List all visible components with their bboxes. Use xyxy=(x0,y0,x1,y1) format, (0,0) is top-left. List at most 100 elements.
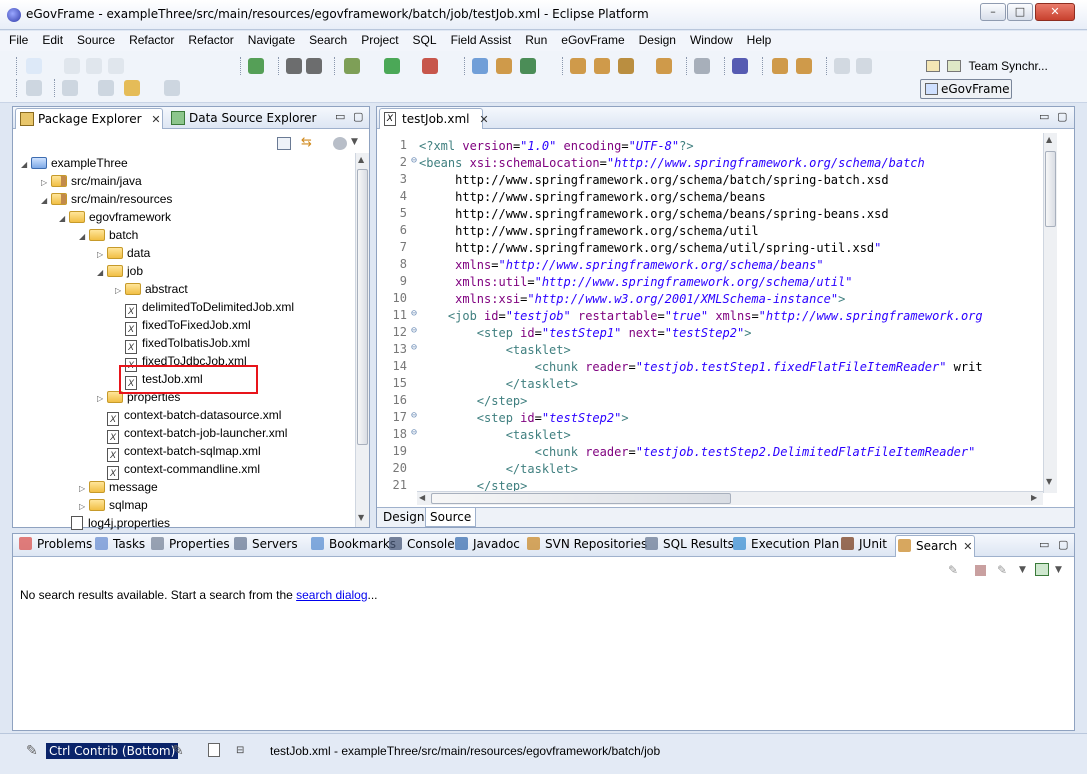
tab-execution-plan[interactable]: Execution Plan xyxy=(731,534,839,556)
editor-scroll-down-icon[interactable]: ▼ xyxy=(1046,477,1052,486)
pin-view-icon[interactable] xyxy=(1035,563,1049,576)
code-line[interactable]: http://www.springframework.org/schema/ut… xyxy=(419,223,758,240)
build-icon[interactable] xyxy=(772,58,788,74)
tree-item[interactable]: XfixedToFixedJob.xml xyxy=(115,316,251,336)
code-area[interactable]: 1 <?xml version="1.0" encoding="UTF-8"?> 2… xyxy=(377,133,1043,493)
tab-package-explorer[interactable]: Package Explorer ✕ xyxy=(15,108,163,129)
tree-item[interactable]: XfixedToIbatisJob.xml xyxy=(115,334,250,354)
code-line[interactable]: http://www.springframework.org/schema/ut… xyxy=(419,240,881,257)
tab-properties[interactable]: Properties xyxy=(149,534,230,556)
menu-help[interactable]: Help xyxy=(740,31,779,49)
maximize-editor-icon[interactable]: ▢ xyxy=(1057,110,1067,123)
menu-search[interactable]: Search xyxy=(302,31,354,49)
maximize-bottom-icon[interactable]: ▢ xyxy=(1058,538,1068,551)
tab-javadoc[interactable]: Javadoc xyxy=(453,534,520,556)
perspective-egovframe[interactable]: eGovFrame xyxy=(920,79,1012,99)
tree-item[interactable]: ◢ egovframework xyxy=(59,208,171,226)
new-file-icon[interactable] xyxy=(208,743,220,757)
collapse-icon[interactable]: ◢ xyxy=(21,156,31,174)
tree-item[interactable]: Xcontext-batch-datasource.xml xyxy=(97,406,281,426)
debug-perspective-icon[interactable] xyxy=(286,58,302,74)
tree-item[interactable]: Xcontext-batch-job-launcher.xml xyxy=(97,424,287,444)
open-task-icon[interactable] xyxy=(656,58,672,74)
tree-item[interactable]: Xcontext-batch-sqlmap.xml xyxy=(97,442,261,462)
tab-testjob-xml[interactable]: X testJob.xml ✕ xyxy=(379,108,489,129)
collapse-icon[interactable]: ◢ xyxy=(59,210,69,228)
tree-item[interactable]: ◢ job xyxy=(97,262,143,280)
search-dialog-link[interactable]: search dialog xyxy=(296,588,367,602)
fold-icon[interactable]: ⊖ xyxy=(383,410,417,421)
tree-item[interactable]: ▷ message xyxy=(79,478,158,496)
code-line[interactable]: http://www.springframework.org/schema/be… xyxy=(419,206,889,223)
code-line[interactable]: xmlns:xsi="http://www.w3.org/2001/XMLSch… xyxy=(419,291,845,308)
search-tool-icon[interactable] xyxy=(618,58,634,74)
nav-2-icon[interactable] xyxy=(62,80,78,96)
minimize-view-icon[interactable]: ▭ xyxy=(335,110,345,123)
tab-problems[interactable]: Problems xyxy=(17,534,92,556)
scroll-right-icon[interactable]: ▶ xyxy=(1031,493,1037,502)
save-icon[interactable] xyxy=(64,58,80,74)
tree-item[interactable]: ▷ src/main/java xyxy=(41,172,142,190)
close-tab-icon[interactable]: ✕ xyxy=(151,113,160,126)
tab-sql-results[interactable]: SQL Results xyxy=(643,534,734,556)
minimize-editor-icon[interactable]: ▭ xyxy=(1039,110,1049,123)
code-line[interactable]: http://www.springframework.org/schema/be… xyxy=(419,189,766,206)
open-resource-icon[interactable] xyxy=(594,58,610,74)
maximize-view-icon[interactable]: ▢ xyxy=(353,110,363,123)
collapse-icon[interactable]: ◢ xyxy=(79,228,89,246)
menu-project[interactable]: Project xyxy=(354,31,405,49)
tab-servers[interactable]: Servers xyxy=(232,534,298,556)
editor-hscroll-thumb[interactable] xyxy=(431,493,731,504)
code-line[interactable]: </tasklet> xyxy=(419,461,578,478)
search-history-icon[interactable]: ✎ xyxy=(997,563,1011,577)
new-project-icon[interactable] xyxy=(472,58,488,74)
menu-run[interactable]: Run xyxy=(518,31,554,49)
menu-egovframe[interactable]: eGovFrame xyxy=(554,31,631,49)
tree-item[interactable]: ▷ data xyxy=(97,244,150,262)
collapse-all-icon[interactable] xyxy=(277,137,291,150)
close-button[interactable]: ✕ xyxy=(1035,3,1075,21)
menu-refactor[interactable]: Refactor xyxy=(181,31,240,49)
code-line[interactable]: </tasklet> xyxy=(419,376,578,393)
code-line[interactable]: <job id="testjob" restartable="true" xml… xyxy=(419,308,983,325)
link-with-editor-icon[interactable]: ⇆ xyxy=(301,136,317,151)
editor-horizontal-scrollbar[interactable]: ◀ ▶ xyxy=(417,491,1043,505)
forward-icon[interactable] xyxy=(164,80,180,96)
code-line[interactable]: <chunk reader="testjob.testStep2.Delimit… xyxy=(419,444,976,461)
fold-icon[interactable]: ⊖ xyxy=(383,325,417,336)
explorer-vertical-scrollbar[interactable]: ▲ ▼ xyxy=(355,153,369,527)
minimize-button[interactable]: – xyxy=(980,3,1006,21)
menu-source[interactable]: Source xyxy=(70,31,122,49)
code-line[interactable]: </step> xyxy=(419,393,528,410)
tab-tasks[interactable]: Tasks xyxy=(93,534,145,556)
menu-sql[interactable]: SQL xyxy=(406,31,444,49)
new-class-icon[interactable] xyxy=(520,58,536,74)
tab-bookmarks[interactable]: Bookmarks xyxy=(309,534,396,556)
history-dropdown-icon[interactable]: ▼ xyxy=(1019,565,1026,575)
tree-item[interactable]: ▷ abstract xyxy=(115,280,188,298)
tree-item[interactable]: log4j.properties xyxy=(61,514,170,532)
tab-source[interactable]: Source xyxy=(425,508,477,527)
print-icon[interactable] xyxy=(108,58,124,74)
minimize-bottom-icon[interactable]: ▭ xyxy=(1039,538,1049,551)
fold-icon[interactable]: ⊖ xyxy=(383,308,417,319)
editor-vertical-scrollbar[interactable]: ▲ ▼ xyxy=(1043,133,1057,493)
explorer-scroll-thumb[interactable] xyxy=(357,169,368,445)
new-icon[interactable] xyxy=(26,58,42,74)
close-editor-icon[interactable]: ✕ xyxy=(479,113,488,126)
menu-refactor[interactable]: Refactor xyxy=(122,31,181,49)
scroll-left-icon[interactable]: ◀ xyxy=(419,493,425,502)
nav-1-icon[interactable] xyxy=(26,80,42,96)
code-line[interactable]: <tasklet> xyxy=(419,342,571,359)
menu-design[interactable]: Design xyxy=(632,31,683,49)
code-line[interactable]: xmlns:util="http://www.springframework.o… xyxy=(419,274,852,291)
code-line[interactable]: <chunk reader="testjob.testStep1.fixedFl… xyxy=(419,359,983,376)
tree-item[interactable]: ◢ exampleThree xyxy=(21,154,128,172)
menu-field-assist[interactable]: Field Assist xyxy=(444,31,519,49)
ant-icon[interactable] xyxy=(732,58,748,74)
fold-icon[interactable]: ⊖ xyxy=(383,427,417,438)
run-icon[interactable] xyxy=(384,58,400,74)
maximize-button[interactable]: □ xyxy=(1007,3,1033,21)
build-all-icon[interactable] xyxy=(796,58,812,74)
perspective-team-synchronizing[interactable]: Team Synchr... xyxy=(926,59,1048,73)
